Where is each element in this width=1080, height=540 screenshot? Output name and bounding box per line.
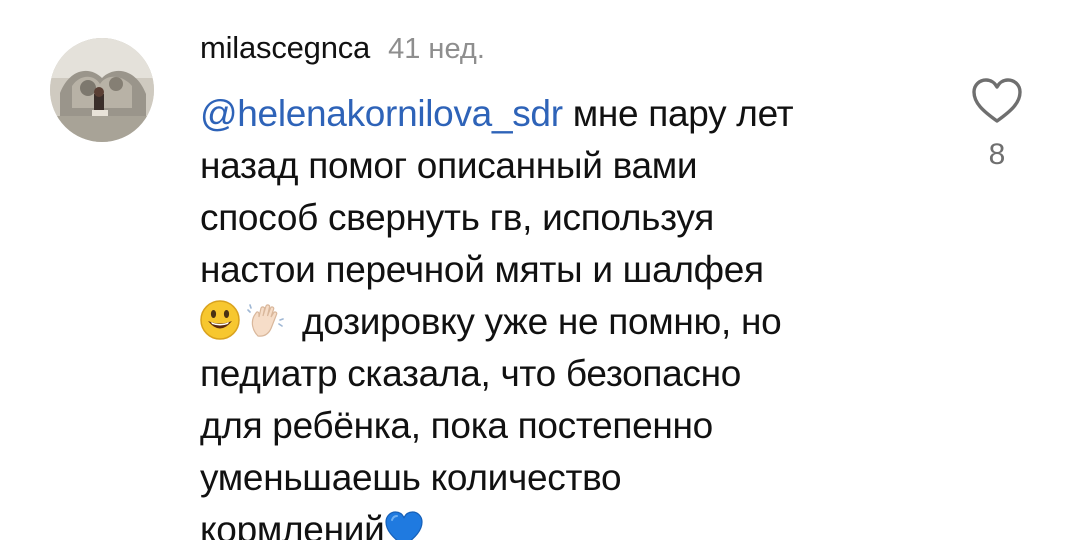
like-heart-icon[interactable] [968, 72, 1026, 130]
text-line-5: дозировку уже не помню, но [200, 296, 920, 348]
text-line-1: @helenakornilova_sdr мне пару лет [200, 88, 920, 140]
comment-text: @helenakornilova_sdr мне пару лет назад … [200, 88, 920, 540]
username-link[interactable]: milascegnca [200, 30, 370, 66]
comment-item: milascegnca 41 нед. @helenakornilova_sdr… [0, 0, 1080, 540]
text-line-8: уменьшаешь количество [200, 457, 622, 498]
blue-heart-emoji [384, 510, 424, 540]
timestamp: 41 нед. [388, 33, 485, 65]
comment-header: milascegnca 41 нед. [200, 30, 485, 74]
text-line-3: способ свернуть гв, используя [200, 197, 714, 238]
text-segment: кормлений [200, 509, 385, 540]
text-line-9: кормлений [200, 504, 920, 540]
text-line-2: назад помог описанный вами [200, 145, 698, 186]
text-segment: мне пару лет [562, 93, 794, 134]
text-segment: дозировку уже не помню, но [292, 301, 782, 342]
mention-link[interactable]: @helenakornilova_sdr [200, 93, 563, 134]
text-line-4: настои перечной мяты и шалфея [200, 249, 764, 290]
text-line-6: педиатр сказала, что безопасно [200, 353, 742, 394]
smiling-face-emoji [200, 300, 240, 340]
like-count: 8 [988, 138, 1006, 171]
avatar[interactable] [50, 38, 154, 142]
text-line-7: для ребёнка, пока постепенно [200, 405, 713, 446]
waving-hand-emoji [246, 300, 286, 340]
